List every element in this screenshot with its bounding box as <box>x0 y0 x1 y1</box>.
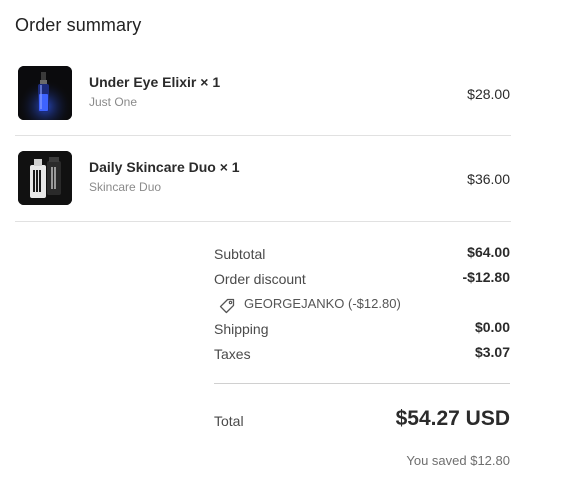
subtotal-row: Subtotal $64.00 <box>214 244 510 266</box>
taxes-value: $3.07 <box>474 344 510 360</box>
total-value: $54.27 USD <box>395 407 510 430</box>
item-price: $36.00 <box>467 171 510 187</box>
discount-code: GEORGEJANKO (-$12.80) <box>244 296 401 311</box>
savings-text: You saved $12.80 <box>406 453 510 468</box>
tag-icon <box>219 298 235 314</box>
total-label: Total <box>214 413 244 429</box>
product-thumbnail <box>18 151 72 205</box>
under-eye-elixir-image <box>18 66 72 120</box>
item-name: Daily Skincare Duo × 1 <box>89 159 240 175</box>
item-price: $28.00 <box>467 86 510 102</box>
order-discount-row: Order discount -$12.80 <box>214 269 510 291</box>
taxes-label: Taxes <box>214 346 251 362</box>
shipping-value: $0.00 <box>474 319 510 335</box>
divider <box>15 221 511 222</box>
item-variant: Just One <box>89 95 138 109</box>
order-summary-panel: Order summary Under Eye Elixir × 1 Just … <box>0 0 562 500</box>
divider <box>15 135 511 136</box>
item-name: Under Eye Elixir × 1 <box>89 74 221 90</box>
line-item: Daily Skincare Duo × 1 Skincare Duo $36.… <box>18 151 510 205</box>
subtotal-label: Subtotal <box>214 246 266 262</box>
order-discount-label: Order discount <box>214 271 306 287</box>
line-item: Under Eye Elixir × 1 Just One $28.00 <box>18 66 510 120</box>
order-summary-title: Order summary <box>15 15 142 35</box>
shipping-label: Shipping <box>214 321 269 337</box>
product-thumbnail <box>18 66 72 120</box>
taxes-row: Taxes $3.07 <box>214 344 510 366</box>
item-variant: Skincare Duo <box>89 180 162 194</box>
skincare-duo-image <box>18 151 72 205</box>
total-row: Total $54.27 USD <box>214 405 510 435</box>
order-discount-value: -$12.80 <box>462 269 510 285</box>
divider <box>214 383 510 384</box>
shipping-row: Shipping $0.00 <box>214 319 510 341</box>
subtotal-value: $64.00 <box>467 244 510 260</box>
